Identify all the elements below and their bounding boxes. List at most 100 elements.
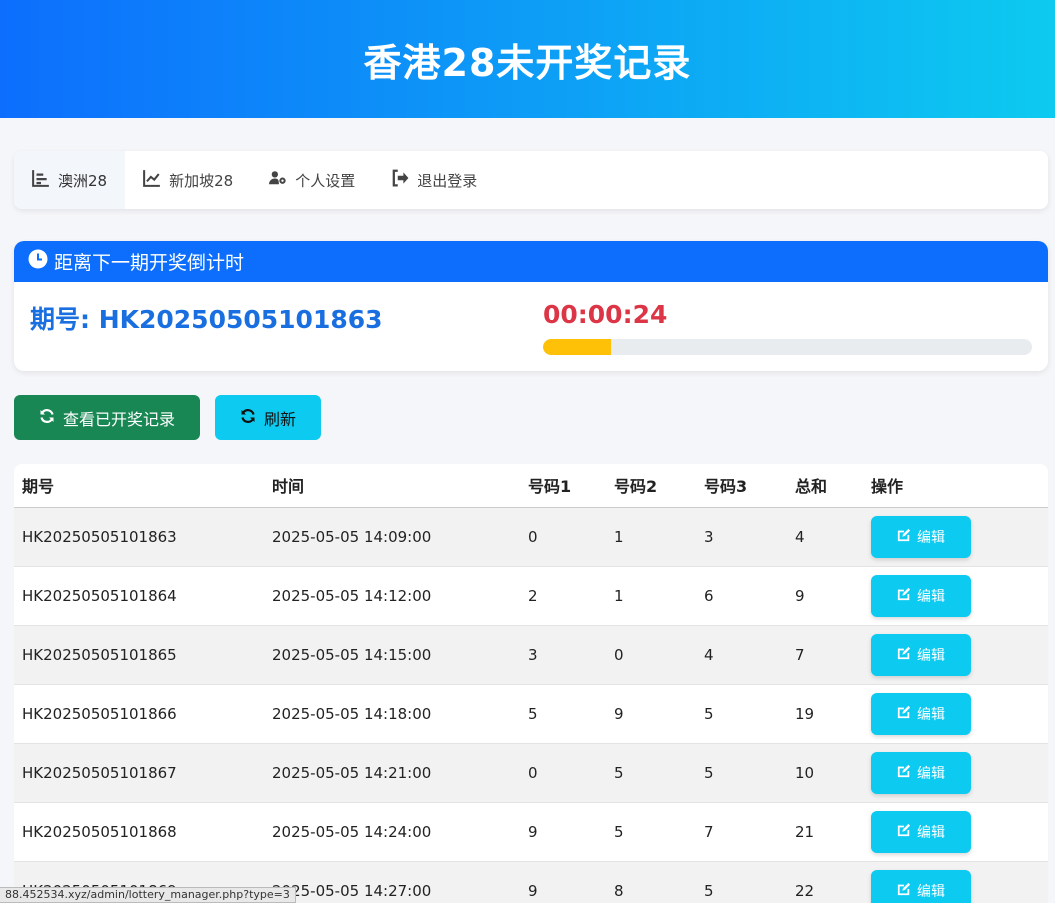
table-row: HK20250505101868 2025-05-05 14:24:00 9 5 7 21… (14, 802, 1048, 862)
cell-number2: 1 (606, 566, 696, 626)
user-cog-icon (269, 169, 287, 191)
edit-button[interactable]: 编辑 (871, 633, 971, 676)
edit-icon (897, 705, 911, 723)
cell-sum: 22 (787, 861, 863, 903)
cell-number2: 5 (606, 743, 696, 803)
cell-sum: 21 (787, 802, 863, 862)
countdown-timer: 00:00:24 (543, 300, 668, 329)
nav-item-australia-28[interactable]: 澳洲28 (14, 151, 126, 209)
cell-number2: 1 (606, 507, 696, 567)
table-row: HK20250505101867 2025-05-05 14:21:00 0 5 5 10… (14, 743, 1048, 803)
status-bar-url: 88.452534.xyz/admin/lottery_manager.php?… (0, 887, 296, 903)
sign-out-icon (391, 169, 409, 191)
cell-number3: 5 (696, 861, 787, 903)
table-row: HK20250505101866 2025-05-05 14:18:00 5 9 5 19… (14, 684, 1048, 744)
edit-button[interactable]: 编辑 (871, 751, 971, 794)
cell-action: 编辑 (863, 684, 1048, 744)
column-header-action: 操作 (863, 464, 1048, 508)
cell-time: 2025-05-05 14:12:00 (264, 566, 520, 626)
bar-chart-icon (32, 169, 50, 191)
cell-number1: 3 (520, 625, 606, 685)
cell-number1: 0 (520, 507, 606, 567)
cell-time: 2025-05-05 14:27:00 (264, 861, 520, 903)
nav-item-label: 个人设置 (295, 171, 356, 190)
cell-action: 编辑 (863, 861, 1048, 903)
period-number: 期号: HK20250505101863 (30, 305, 383, 334)
cell-sum: 4 (787, 507, 863, 567)
column-header-number1: 号码1 (520, 464, 606, 508)
edit-label: 编辑 (917, 883, 945, 900)
edit-label: 编辑 (917, 706, 945, 723)
sync-icon (240, 408, 256, 428)
records-table-container: 期号 时间 号码1 号码2 号码3 总和 操作 HK20250505101863… (14, 464, 1048, 903)
cell-action: 编辑 (863, 625, 1048, 685)
cell-time: 2025-05-05 14:18:00 (264, 684, 520, 744)
cell-action: 编辑 (863, 507, 1048, 567)
edit-label: 编辑 (917, 588, 945, 605)
page-title: 香港28未开奖记录 (363, 40, 692, 85)
cell-number1: 9 (520, 802, 606, 862)
cell-action: 编辑 (863, 566, 1048, 626)
cell-sum: 10 (787, 743, 863, 803)
column-header-time: 时间 (264, 464, 520, 508)
cell-number1: 0 (520, 743, 606, 803)
edit-label: 编辑 (917, 529, 945, 546)
cell-number1: 9 (520, 861, 606, 903)
cell-number2: 8 (606, 861, 696, 903)
cell-number3: 6 (696, 566, 787, 626)
table-header-row: 期号 时间 号码1 号码2 号码3 总和 操作 (14, 464, 1048, 508)
cell-sum: 19 (787, 684, 863, 744)
nav-item-logout[interactable]: 退出登录 (373, 151, 495, 209)
nav-item-singapore-28[interactable]: 新加坡28 (125, 151, 251, 209)
column-header-sum: 总和 (787, 464, 863, 508)
cell-number3: 7 (696, 802, 787, 862)
cell-number1: 2 (520, 566, 606, 626)
cell-time: 2025-05-05 14:21:00 (264, 743, 520, 803)
refresh-label: 刷新 (263, 409, 296, 429)
edit-button[interactable]: 编辑 (871, 692, 971, 735)
cell-period: HK20250505101867 (14, 743, 264, 803)
edit-button[interactable]: 编辑 (871, 574, 971, 617)
refresh-button[interactable]: 刷新 (215, 395, 321, 440)
cell-number2: 0 (606, 625, 696, 685)
cell-sum: 9 (787, 566, 863, 626)
edit-icon (897, 587, 911, 605)
cell-time: 2025-05-05 14:15:00 (264, 625, 520, 685)
cell-time: 2025-05-05 14:24:00 (264, 802, 520, 862)
nav-item-label: 退出登录 (417, 171, 478, 190)
table-row: HK20250505101863 2025-05-05 14:09:00 0 1 3 4 编… (14, 507, 1048, 567)
edit-icon (897, 646, 911, 664)
nav-item-settings[interactable]: 个人设置 (251, 151, 373, 209)
edit-icon (897, 764, 911, 782)
records-table: 期号 时间 号码1 号码2 号码3 总和 操作 HK20250505101863… (14, 464, 1048, 903)
cell-period: HK20250505101863 (14, 507, 264, 567)
table-row: HK20250505101865 2025-05-05 14:15:00 3 0 4 7 编… (14, 625, 1048, 685)
page-header: 香港28未开奖记录 (0, 0, 1055, 118)
edit-button[interactable]: 编辑 (871, 810, 971, 853)
cell-number2: 5 (606, 802, 696, 862)
cell-number1: 5 (520, 684, 606, 744)
nav-bar: 澳洲28 新加坡28 个人设置 退出登录 (14, 151, 1048, 209)
clock-icon (28, 249, 48, 274)
edit-icon (897, 882, 911, 900)
cell-period: HK20250505101865 (14, 625, 264, 685)
edit-label: 编辑 (917, 647, 945, 664)
edit-icon (897, 528, 911, 546)
nav-item-label: 澳洲28 (58, 171, 108, 190)
cell-period: HK20250505101864 (14, 566, 264, 626)
edit-label: 编辑 (917, 824, 945, 841)
cell-number3: 4 (696, 625, 787, 685)
countdown-card: 距离下一期开奖倒计时 期号: HK20250505101863 00:00:24 (14, 241, 1048, 371)
cell-number2: 9 (606, 684, 696, 744)
sync-icon (39, 408, 55, 428)
table-row: HK20250505101864 2025-05-05 14:12:00 2 1 6 9 编… (14, 566, 1048, 626)
edit-button[interactable]: 编辑 (871, 515, 971, 558)
countdown-header: 距离下一期开奖倒计时 (14, 241, 1048, 282)
edit-button[interactable]: 编辑 (871, 869, 971, 903)
view-drawn-records-button[interactable]: 查看已开奖记录 (14, 395, 200, 440)
view-drawn-records-label: 查看已开奖记录 (62, 409, 175, 429)
cell-number3: 5 (696, 743, 787, 803)
cell-number3: 5 (696, 684, 787, 744)
edit-label: 编辑 (917, 765, 945, 782)
cell-action: 编辑 (863, 802, 1048, 862)
